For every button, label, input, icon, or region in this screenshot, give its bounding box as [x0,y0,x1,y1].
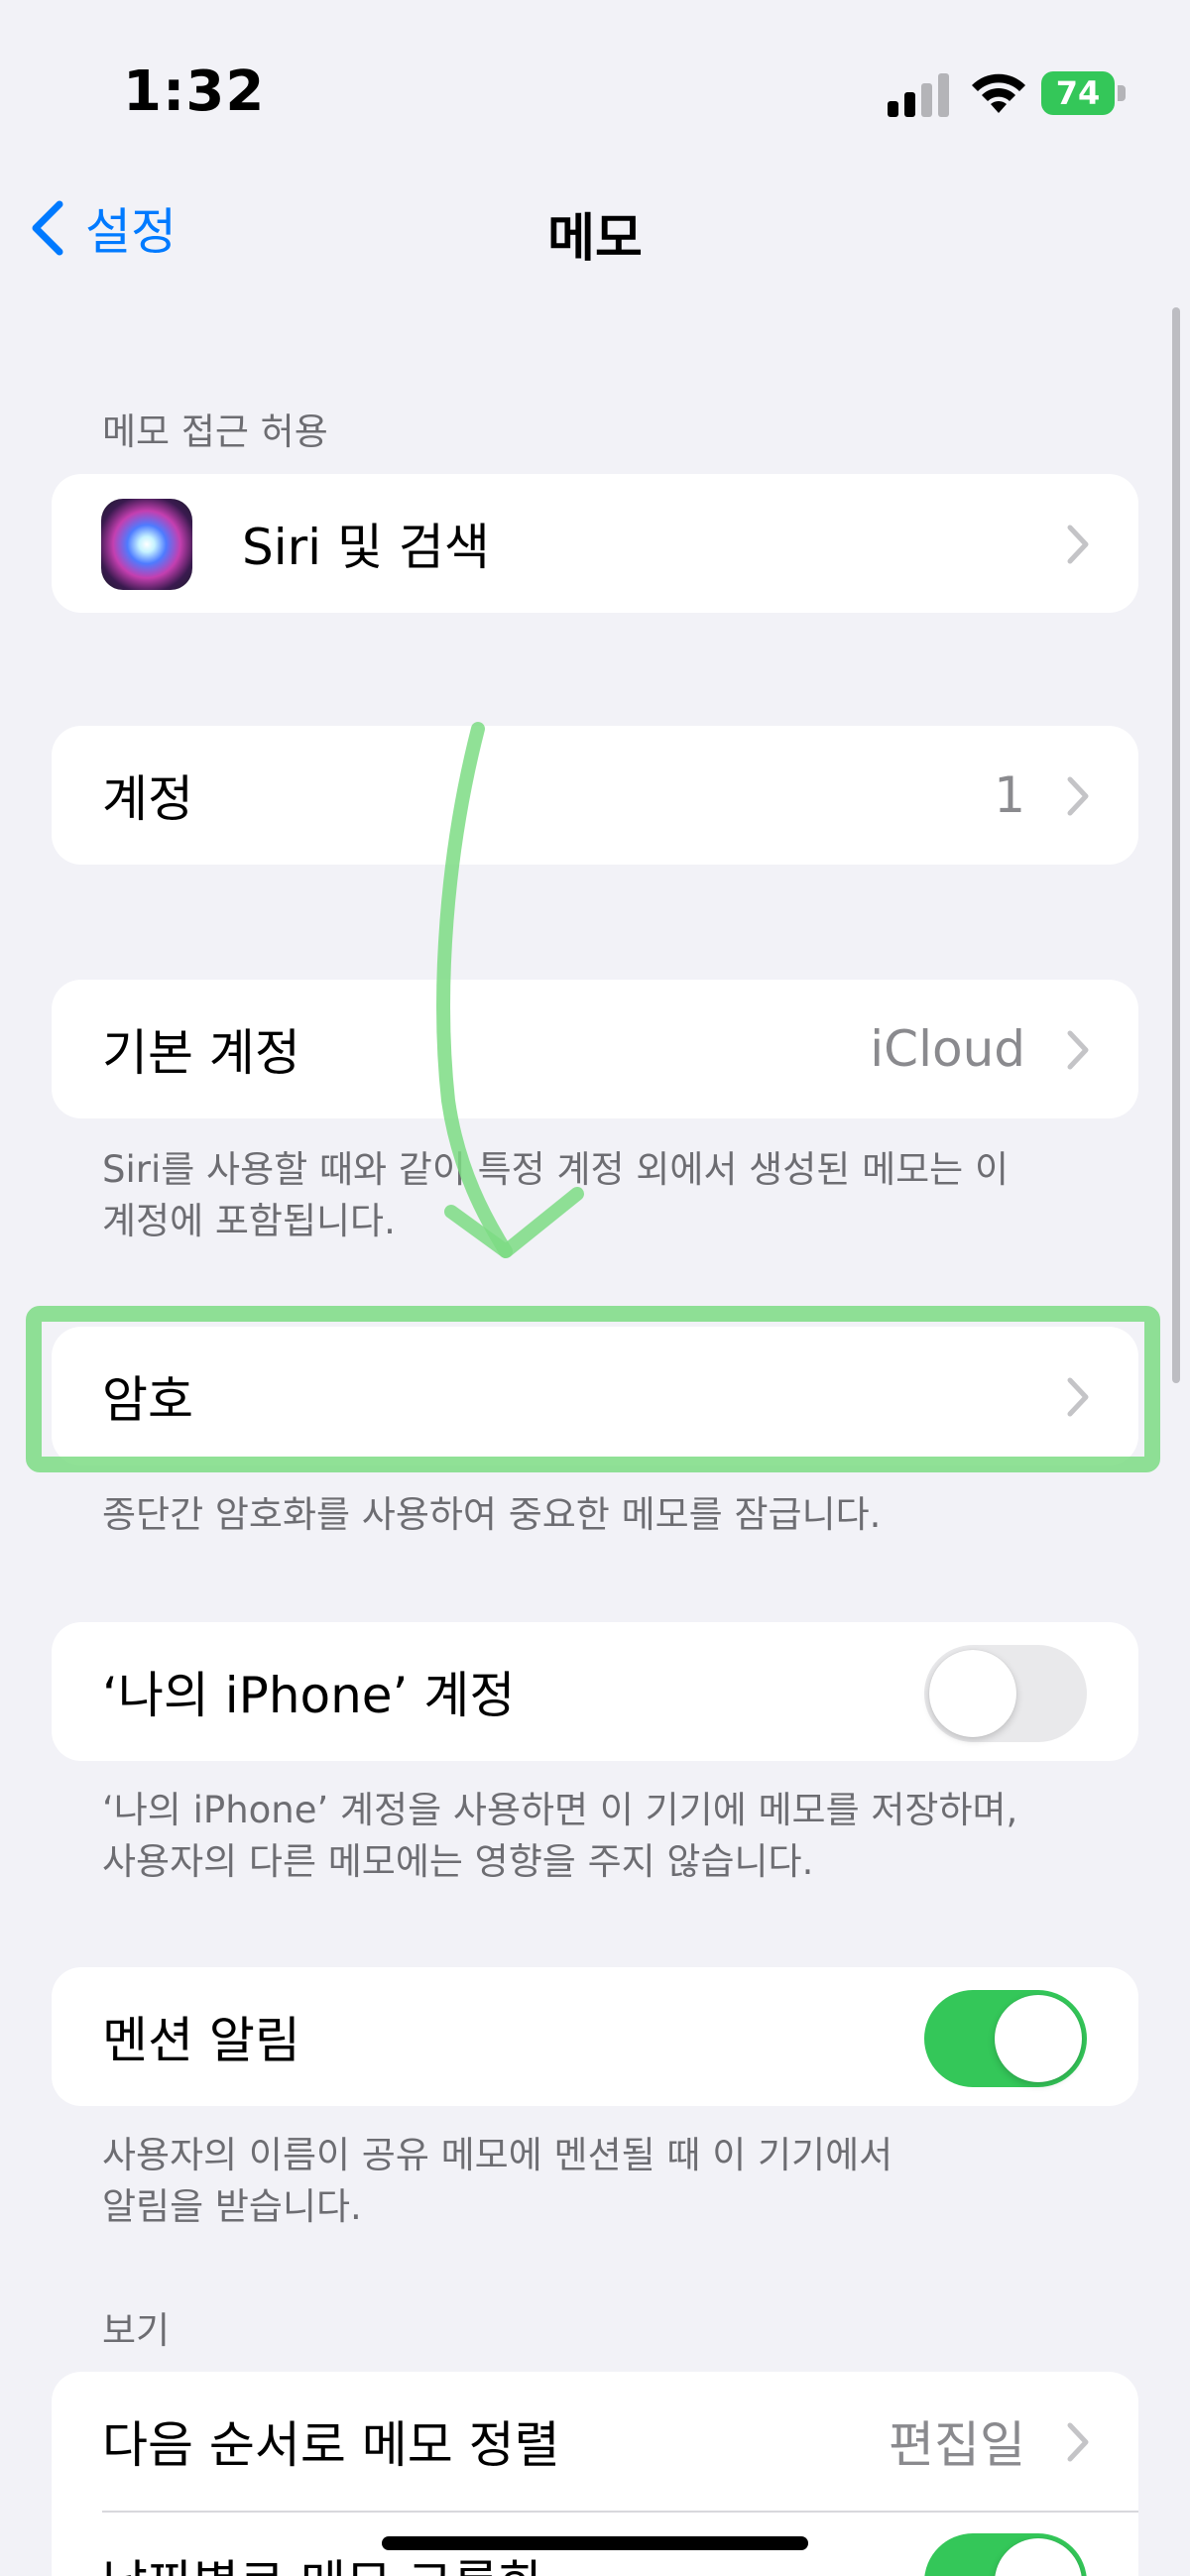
default-account-footer: Siri를 사용할 때와 같이 특정 계정 외에서 생성된 메모는 이 계정에 … [102,1148,1009,1242]
on-my-iphone-footer: ‘나의 iPhone’ 계정을 사용하면 이 기기에 메모를 저장하며, 사용자… [102,1789,1018,1883]
scroll-indicator[interactable] [1172,307,1180,1383]
on-my-iphone-card: ‘나의 iPhone’ 계정 [52,1622,1138,1761]
password-row[interactable]: 암호 [52,1327,1138,1465]
mentions-label: 멘션 알림 [102,2012,300,2069]
chevron-right-icon [1067,1377,1089,1417]
navigation-bar: 메모 설정 [0,178,1190,278]
sort-notes-label: 다음 순서로 메모 정렬 [102,2416,560,2474]
sort-notes-value: 편집일 [889,2416,1025,2474]
accounts-row[interactable]: 계정 1 [52,726,1138,865]
default-account-label: 기본 계정 [102,1024,300,1082]
accounts-label: 계정 [102,770,193,828]
mentions-footer: 사용자의 이름이 공유 메모에 멘션될 때 이 기기에서 알림을 받습니다. [102,2134,893,2228]
mentions-row: 멘션 알림 [52,1967,1138,2106]
group-by-date-toggle[interactable] [924,2533,1087,2576]
section-header-access: 메모 접근 허용 [102,410,328,453]
siri-search-row[interactable]: Siri 및 검색 [52,474,1138,613]
default-account-card: 기본 계정 iCloud [52,980,1138,1118]
chevron-left-icon [32,200,63,256]
password-label: 암호 [102,1371,193,1429]
on-my-iphone-toggle[interactable] [924,1645,1087,1742]
accounts-count: 1 [994,766,1025,824]
chevron-right-icon [1067,525,1089,564]
cellular-signal-icon [888,73,949,117]
battery-icon: 74 [1041,71,1129,115]
home-indicator[interactable] [382,2536,808,2550]
accounts-card: 계정 1 [52,726,1138,865]
password-card: 암호 [52,1327,1138,1465]
chevron-right-icon [1067,1030,1089,1070]
chevron-right-icon [1067,2422,1089,2462]
mentions-card: 멘션 알림 [52,1967,1138,2106]
default-account-value: iCloud [870,1020,1025,1078]
status-time: 1:32 [123,59,266,124]
access-card: Siri 및 검색 [52,474,1138,613]
on-my-iphone-row: ‘나의 iPhone’ 계정 [52,1622,1138,1761]
sort-notes-row[interactable]: 다음 순서로 메모 정렬 편집일 [52,2372,1138,2511]
on-my-iphone-label: ‘나의 iPhone’ 계정 [102,1667,516,1724]
password-footer: 종단간 암호화를 사용하여 중요한 메모를 잠급니다. [102,1493,882,1536]
page-title: 메모 [547,209,643,269]
section-header-view: 보기 [102,2309,171,2352]
siri-search-label: Siri 및 검색 [242,519,490,576]
back-button[interactable]: 설정 [28,198,177,261]
status-bar: 1:32 74 [0,0,1190,169]
siri-icon [101,499,192,590]
back-label: 설정 [85,203,177,261]
mentions-toggle[interactable] [924,1990,1087,2087]
chevron-right-icon [1067,776,1089,816]
default-account-row[interactable]: 기본 계정 iCloud [52,980,1138,1118]
battery-level: 74 [1041,71,1115,115]
wifi-icon [972,73,1025,113]
